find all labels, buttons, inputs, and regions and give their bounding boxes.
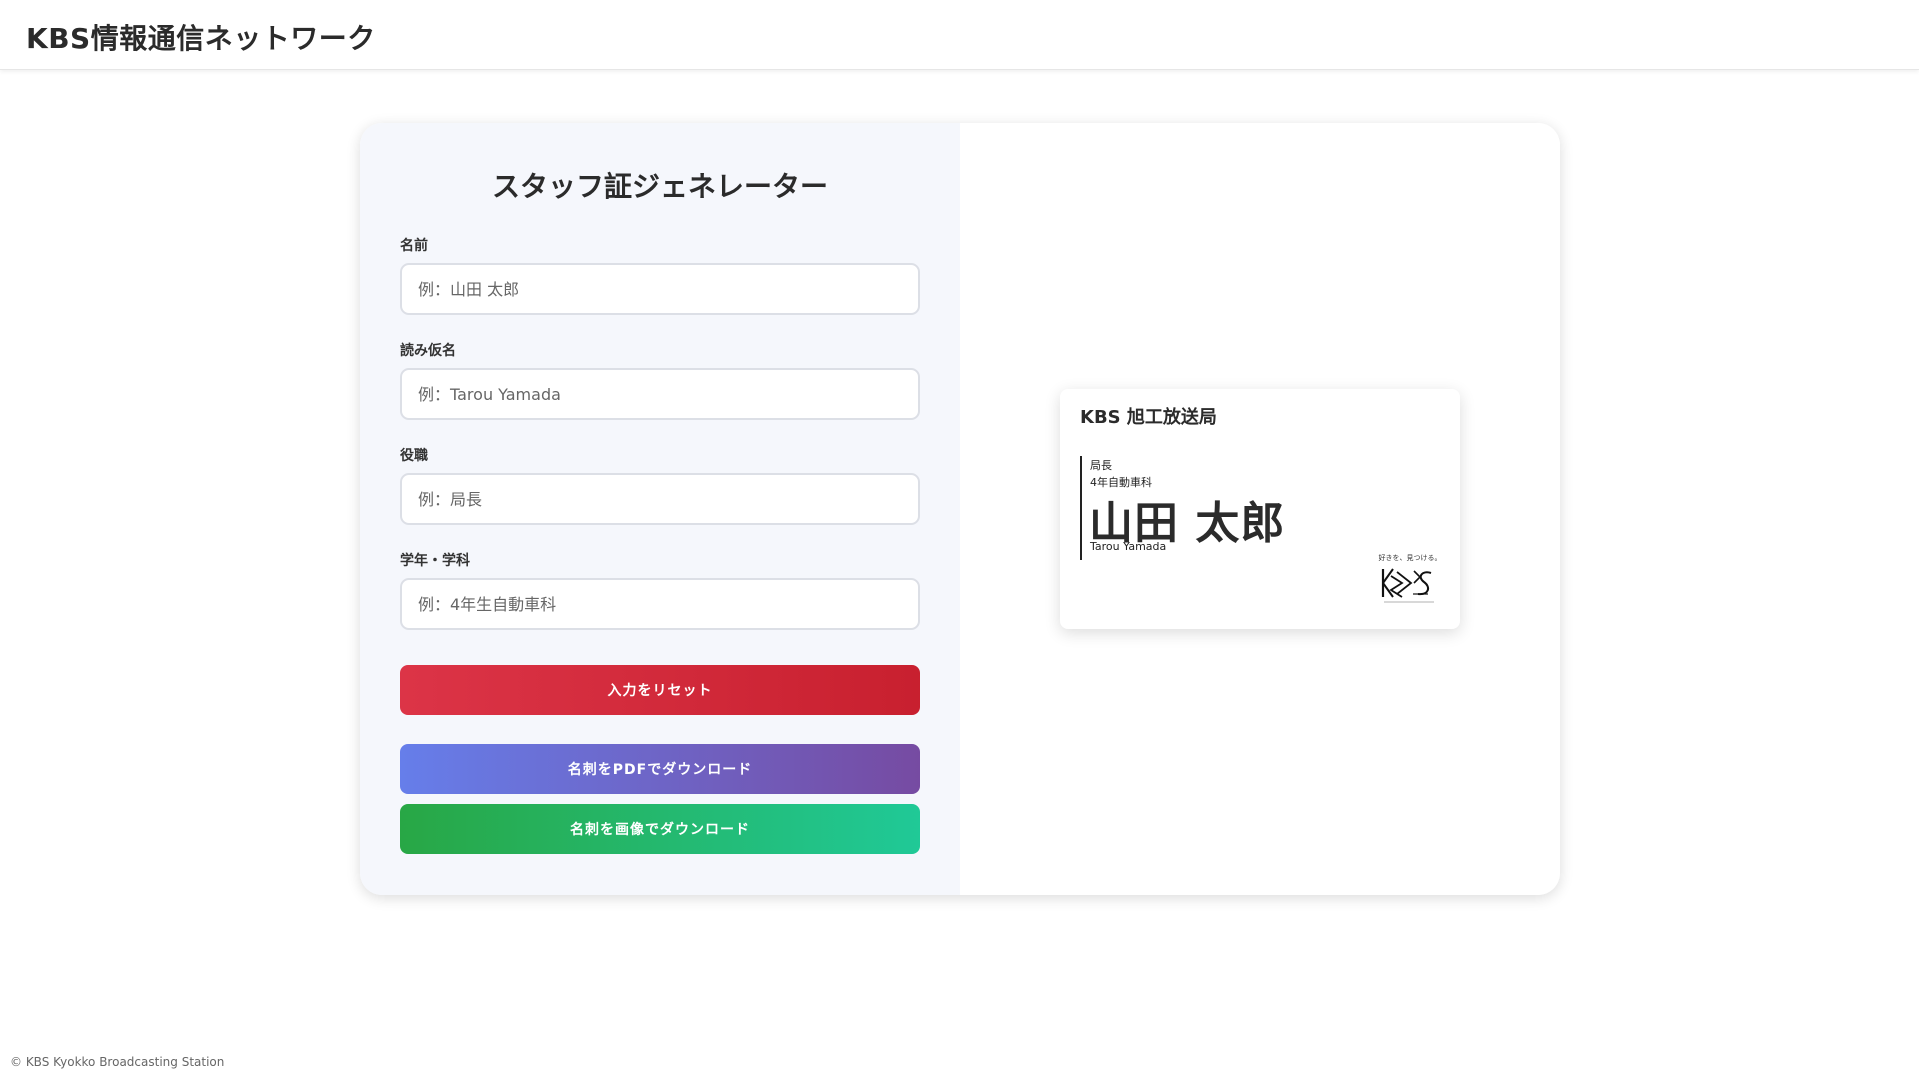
card-station-name: KBS 旭工放送局: [1080, 407, 1217, 428]
card-reading: Tarou Yamada: [1090, 540, 1167, 553]
kbs-logo: 好きを、見つける。: [1378, 553, 1442, 611]
kbs-logo-icon: [1381, 568, 1434, 603]
position-label: 役職: [400, 448, 428, 464]
site-header: KBS情報通信ネットワーク: [0, 0, 1919, 70]
site-title: KBS情報通信ネットワーク: [26, 22, 376, 55]
generator-panel: スタッフ証ジェネレーター 名前 読み仮名 役職 学年・学科 入力をリセット 名刺…: [360, 123, 1560, 895]
download-pdf-button[interactable]: 名刺をPDFでダウンロード: [400, 744, 920, 794]
name-input[interactable]: [400, 263, 920, 315]
reading-label: 読み仮名: [400, 343, 456, 359]
download-image-button[interactable]: 名刺を画像でダウンロード: [400, 804, 920, 854]
staff-card-preview: KBS 旭工放送局 局長 4年自動車科 山田 太郎 Tarou Yamada 好…: [1060, 389, 1460, 629]
card-position: 局長: [1090, 459, 1112, 472]
form-title: スタッフ証ジェネレーター: [491, 170, 828, 203]
name-label: 名前: [400, 238, 428, 254]
reading-input[interactable]: [400, 368, 920, 420]
grade-department-input[interactable]: [400, 578, 920, 630]
grade-department-label: 学年・学科: [400, 553, 470, 569]
card-accent-bar: [1080, 456, 1082, 560]
footer-copyright: © KBS Kyokko Broadcasting Station: [10, 1055, 225, 1069]
form-section: スタッフ証ジェネレーター 名前 読み仮名 役職 学年・学科 入力をリセット 名刺…: [360, 123, 960, 895]
preview-section: KBS 旭工放送局 局長 4年自動車科 山田 太郎 Tarou Yamada 好…: [960, 123, 1560, 895]
reset-button[interactable]: 入力をリセット: [400, 665, 920, 715]
position-input[interactable]: [400, 473, 920, 525]
